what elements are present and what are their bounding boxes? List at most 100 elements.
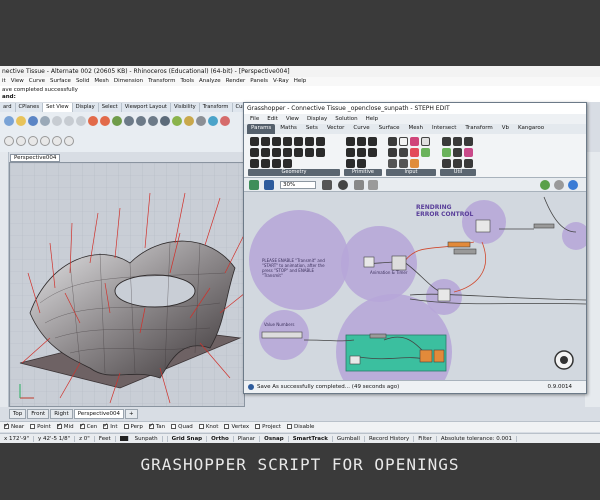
osnap-perp[interactable]: Perp	[123, 424, 143, 430]
viewport-tab-top[interactable]: Top	[9, 409, 27, 419]
param-circle-icon[interactable]	[272, 137, 281, 146]
component-node[interactable]	[433, 349, 445, 363]
preview-eye-icon[interactable]	[338, 180, 348, 190]
param-point-icon[interactable]	[250, 137, 259, 146]
lights-icon[interactable]	[184, 116, 194, 126]
menu-item-surface[interactable]: Surface	[50, 78, 71, 85]
menu-item-panels[interactable]: Panels	[250, 78, 268, 85]
gh-menu-view[interactable]: View	[286, 116, 299, 122]
param-plane-icon[interactable]	[316, 137, 325, 146]
panel-icon[interactable]	[399, 137, 408, 146]
save-icon[interactable]	[264, 180, 274, 190]
osnap-quad[interactable]: Quad	[171, 424, 193, 430]
gh-tab-mesh[interactable]: Mesh	[405, 124, 427, 134]
tab-cplanes[interactable]: CPlanes	[16, 103, 44, 112]
paste-icon[interactable]	[76, 116, 86, 126]
gh-tab-vector[interactable]: Vector	[323, 124, 349, 134]
redo-icon[interactable]	[100, 116, 110, 126]
osnap-vertex[interactable]: Vertex	[224, 424, 249, 430]
planar-toggle[interactable]: Planar	[234, 435, 261, 442]
component-node[interactable]	[533, 223, 555, 229]
component-node[interactable]	[475, 219, 491, 233]
gh-menu-edit[interactable]: Edit	[267, 116, 278, 122]
add-viewport-tab-button[interactable]: +	[125, 409, 138, 419]
smarttrack-toggle[interactable]: SmartTrack	[289, 435, 333, 442]
viewport-tab-front[interactable]: Front	[27, 409, 50, 419]
viewport-tab-perspective004[interactable]: Perspective004	[73, 409, 125, 419]
shade-icon[interactable]	[172, 116, 182, 126]
gh-tab-transform[interactable]: Transform	[461, 124, 496, 134]
menu-item-edit[interactable]: it	[2, 78, 6, 85]
param-domain-icon[interactable]	[368, 148, 377, 157]
sketch-icon[interactable]	[354, 180, 364, 190]
data-dam-icon[interactable]	[442, 137, 451, 146]
gh-menu-display[interactable]: Display	[307, 116, 327, 122]
fitness-icon[interactable]	[453, 148, 462, 157]
tab-visibility[interactable]: Visibility	[171, 103, 200, 112]
gh-tab-surface[interactable]: Surface	[375, 124, 404, 134]
gradient-icon[interactable]	[410, 137, 419, 146]
gh-tab-sets[interactable]: Sets	[302, 124, 322, 134]
boolean-toggle-icon[interactable]	[388, 137, 397, 146]
param-mesh-face-icon[interactable]	[272, 159, 281, 168]
ortho-toggle[interactable]: Ortho	[207, 435, 234, 442]
param-integer-icon[interactable]	[357, 137, 366, 146]
options-icon[interactable]	[220, 116, 230, 126]
cluster-icon[interactable]	[464, 137, 473, 146]
calendar-icon[interactable]	[410, 159, 419, 168]
osnap-near[interactable]: Near	[4, 422, 24, 430]
component-node[interactable]	[391, 255, 407, 271]
material-icon[interactable]	[196, 116, 206, 126]
viewport-tab-right[interactable]: Right	[50, 409, 73, 419]
osnap-disable[interactable]: Disable	[286, 424, 314, 430]
tab-viewport-layout[interactable]: Viewport Layout	[122, 103, 171, 112]
grasshopper-canvas[interactable]: RENDRING ERROR CONTROL PLEASE ENABLE "Tr…	[244, 192, 586, 380]
data-recorder-icon[interactable]	[442, 148, 451, 157]
osnap-knot[interactable]: Knot	[198, 424, 218, 430]
menu-item-vray[interactable]: V-Ray	[273, 78, 289, 85]
value-list-icon[interactable]	[399, 159, 408, 168]
md-slider-icon[interactable]	[388, 159, 397, 168]
record-history-toggle[interactable]: Record History	[365, 435, 415, 442]
graph-mapper-icon[interactable]	[421, 148, 430, 157]
circle-icon[interactable]	[40, 136, 50, 146]
osnap-tan[interactable]: Tan	[148, 422, 165, 430]
perspective-viewport[interactable]	[9, 162, 245, 407]
osnap-point[interactable]: Point	[30, 424, 51, 430]
gh-tab-maths[interactable]: Maths	[276, 124, 301, 134]
gh-tab-curve[interactable]: Curve	[349, 124, 373, 134]
colour-swatch-icon[interactable]	[410, 148, 419, 157]
zoom-icon[interactable]	[136, 116, 146, 126]
pan-icon[interactable]	[112, 116, 122, 126]
gene-pool-icon[interactable]	[464, 148, 473, 157]
gh-tab-intersect[interactable]: Intersect	[428, 124, 460, 134]
param-matrix-icon[interactable]	[346, 159, 355, 168]
component-node[interactable]	[453, 248, 477, 255]
gumball-toggle[interactable]: Gumball	[333, 435, 365, 442]
gh-tab-params[interactable]: Params	[247, 124, 276, 134]
line-icon[interactable]	[16, 136, 26, 146]
param-group-icon[interactable]	[305, 148, 314, 157]
param-text-icon[interactable]	[346, 148, 355, 157]
tab-display[interactable]: Display	[73, 103, 99, 112]
viewport-label[interactable]: Perspective004	[10, 154, 61, 162]
component-node[interactable]	[369, 333, 387, 339]
osnap-project[interactable]: Project	[255, 424, 281, 430]
param-geometry-icon[interactable]	[294, 148, 303, 157]
osnap-int[interactable]: Int	[103, 422, 118, 430]
gh-tab-vb[interactable]: Vb	[498, 124, 513, 134]
preview-shaded-icon[interactable]	[554, 180, 564, 190]
print-icon[interactable]	[40, 116, 50, 126]
menu-item-transform[interactable]: Transform	[148, 78, 175, 85]
rotate-view-icon[interactable]	[124, 116, 134, 126]
osnap-cen[interactable]: Cen	[79, 422, 97, 430]
control-knob-icon[interactable]	[399, 148, 408, 157]
zoom-level-dropdown[interactable]: 30%	[280, 181, 316, 189]
menu-item-solid[interactable]: Solid	[76, 78, 89, 85]
component-node[interactable]	[349, 355, 361, 365]
copy-icon[interactable]	[64, 116, 74, 126]
menu-item-curve[interactable]: Curve	[29, 78, 45, 85]
render-icon[interactable]	[208, 116, 218, 126]
osnap-mid[interactable]: Mid	[56, 422, 74, 430]
number-slider-icon[interactable]	[421, 137, 430, 146]
